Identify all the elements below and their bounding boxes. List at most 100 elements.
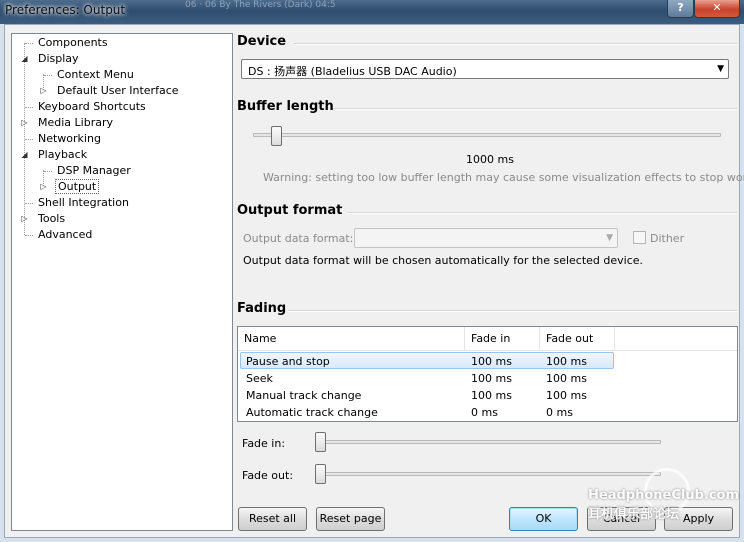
table-row[interactable]: Automatic track change 0 ms 0 ms [240,404,614,421]
row-fade-in: 100 ms [471,355,512,368]
device-section-title: Device [237,34,287,49]
collapse-triangle-icon[interactable]: ◢ [20,150,29,159]
tree-item-networking[interactable]: Networking [36,131,103,147]
column-header-fade-in[interactable]: Fade in [465,327,540,351]
tree-item-label: Display [38,52,79,65]
row-fade-in: 0 ms [471,406,498,419]
tree-item-label: Tools [38,212,66,225]
output-data-format-dropdown[interactable]: ▼ [354,228,618,248]
tree-item-label: Advanced [38,228,93,241]
preferences-tree[interactable]: Components ◢ Display Context Menu ▷ Defa… [11,33,233,531]
row-fade-in: 100 ms [471,372,512,385]
expand-triangle-icon[interactable]: ▷ [39,86,48,95]
buffer-section-title: Buffer length [237,99,334,114]
tree-line [25,139,33,140]
row-name: Manual track change [246,389,362,402]
fading-list[interactable]: Name Fade in Fade out Pause and stop 100… [237,326,738,422]
tree-line [25,235,33,236]
tree-item-label: Components [38,36,108,49]
buffer-warning-text: Warning: setting too low buffer length m… [263,171,744,184]
dither-label: Dither [650,232,685,245]
close-button[interactable]: ✕ [694,0,740,18]
tree-line [25,107,33,108]
tree-item-components[interactable]: Components [36,35,110,51]
tree-line [25,43,33,44]
tree-item-label: Default User Interface [57,84,179,97]
tree-item-label: Shell Integration [38,196,129,209]
help-button[interactable]: ? [667,0,694,18]
fade-out-slider-thumb[interactable] [315,464,326,484]
tree-item-output[interactable]: Output [55,179,100,195]
dialog-client: Components ◢ Display Context Menu ▷ Defa… [4,24,744,538]
tree-item-label: Networking [38,132,101,145]
tree-item-label: Output [55,179,100,194]
buffer-slider-track[interactable] [253,133,721,137]
reset-page-button[interactable]: Reset page [316,507,385,531]
expand-triangle-icon[interactable]: ▷ [20,214,29,223]
tree-line [25,203,33,204]
table-row[interactable]: Seek 100 ms 100 ms [240,370,614,387]
device-dropdown[interactable]: DS : 扬声器 (Bladelius USB DAC Audio) ▼ [241,59,729,79]
fade-out-slider-track[interactable] [315,472,661,476]
tree-item-dsp-manager[interactable]: DSP Manager [55,163,133,179]
expand-triangle-icon[interactable]: ▷ [39,182,48,191]
tree-item-label: Media Library [38,116,113,129]
output-data-format-label: Output data format: [243,232,354,245]
section-divider [347,212,737,214]
tree-item-tools[interactable]: Tools [36,211,67,227]
title-bar[interactable]: Preferences: Output 06 · 06 By The River… [0,0,744,24]
tree-item-shell-integration[interactable]: Shell Integration [36,195,131,211]
tree-item-label: Keyboard Shortcuts [38,100,146,113]
buffer-slider-thumb[interactable] [271,126,283,146]
fade-out-label: Fade out: [242,469,294,482]
fading-list-header: Name Fade in Fade out [238,327,737,351]
tree-item-label: Context Menu [57,68,134,81]
fade-in-slider-thumb[interactable] [315,432,326,452]
row-name: Seek [246,372,273,385]
row-fade-out: 100 ms [546,389,587,402]
close-icon: ✕ [712,1,722,14]
collapse-triangle-icon[interactable]: ◢ [20,54,29,63]
tree-item-keyboard-shortcuts[interactable]: Keyboard Shortcuts [36,99,148,115]
dropdown-arrow-icon: ▼ [606,233,613,243]
buffer-length-value: 1000 ms [466,153,514,166]
help-icon: ? [677,1,684,14]
tree-item-media-library[interactable]: Media Library [36,115,115,131]
fade-in-label: Fade in: [242,437,286,450]
tree-item-display[interactable]: Display [36,51,81,67]
row-fade-out: 0 ms [546,406,573,419]
preferences-window: Preferences: Output 06 · 06 By The River… [0,0,744,542]
device-selected-value: DS : 扬声器 (Bladelius USB DAC Audio) [248,65,457,78]
tree-item-advanced[interactable]: Advanced [36,227,94,243]
dropdown-arrow-icon: ▼ [717,64,724,74]
watermark-text: HeadphoneClub.com 耳机俱乐部论坛 [588,488,740,522]
fade-in-slider-track[interactable] [315,440,661,444]
table-row[interactable]: Manual track change 100 ms 100 ms [240,387,614,404]
column-header-name[interactable]: Name [238,327,465,351]
ok-button[interactable]: OK [509,507,578,531]
output-format-info-text: Output data format will be chosen automa… [243,254,644,267]
section-divider [333,108,737,110]
expand-triangle-icon[interactable]: ▷ [20,118,29,127]
tree-item-playback[interactable]: Playback [36,147,89,163]
fading-section-title: Fading [237,301,287,316]
window-title: Preferences: Output [5,3,126,17]
tree-item-default-user-interface[interactable]: Default User Interface [55,83,181,99]
section-divider [294,43,737,45]
background-window-text: 06 · 06 By The Rivers (Dark) 04:5 [185,0,336,10]
table-row[interactable]: Pause and stop 100 ms 100 ms [240,352,614,369]
dither-checkbox[interactable] [633,231,646,244]
row-fade-out: 100 ms [546,355,587,368]
row-name: Pause and stop [246,355,330,368]
row-name: Automatic track change [246,406,378,419]
output-format-section-title: Output format [237,203,343,218]
reset-all-button[interactable]: Reset all [238,507,307,531]
section-divider [288,310,737,312]
tree-item-label: DSP Manager [57,164,131,177]
tree-line [44,171,52,172]
tree-item-context-menu[interactable]: Context Menu [55,67,136,83]
tree-item-label: Playback [38,148,88,161]
column-header-fade-out[interactable]: Fade out [540,327,615,351]
row-fade-out: 100 ms [546,372,587,385]
tree-line [44,75,52,76]
